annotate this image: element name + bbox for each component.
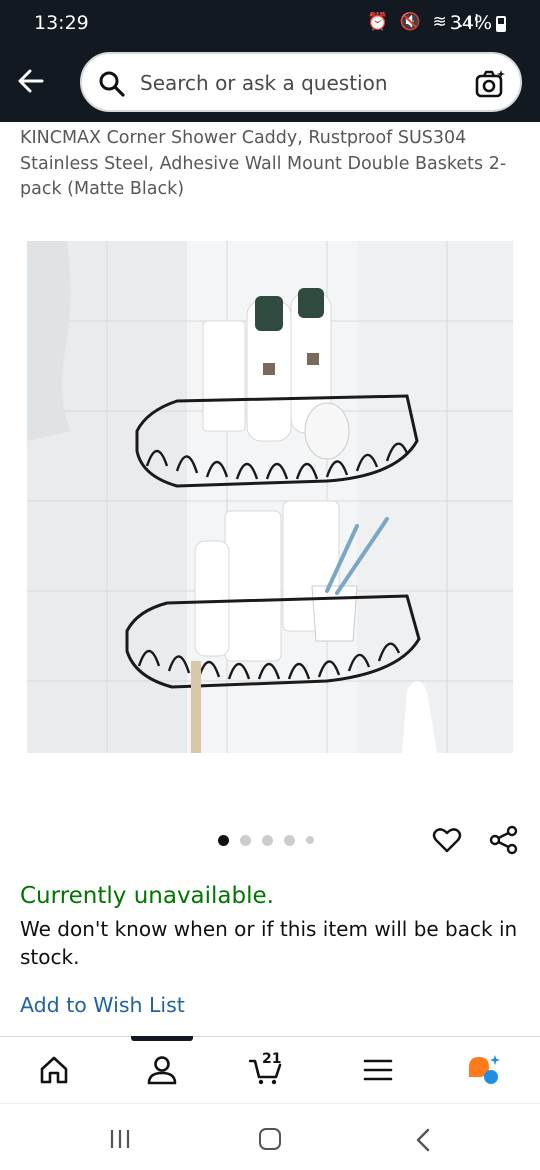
home-icon[interactable] [37, 1053, 71, 1087]
search-icon [99, 71, 125, 97]
status-bar: 13:29 ⏰ 🔇 ≋ .ıl 34% [0, 0, 540, 46]
account-icon[interactable] [145, 1053, 179, 1087]
system-nav-bar [0, 1103, 540, 1170]
active-tab-indicator [131, 1036, 193, 1041]
battery-percent: 34% [449, 12, 492, 34]
app-header: 13:29 ⏰ 🔇 ≋ .ıl 34% Search or ask a ques… [0, 0, 540, 122]
product-title[interactable]: KINCMAX Corner Shower Caddy, Rustproof S… [20, 126, 520, 203]
rufus-icon[interactable] [467, 1053, 501, 1087]
share-icon[interactable] [488, 824, 520, 856]
carousel-dot[interactable] [306, 836, 314, 844]
carousel-dot[interactable] [218, 834, 229, 846]
search-input[interactable]: Search or ask a question [140, 71, 388, 95]
stock-message: We don't know when or if this item will … [20, 917, 518, 969]
carousel-dot[interactable] [284, 834, 295, 846]
product-image[interactable] [27, 241, 513, 753]
bottom-nav: 21 [0, 1036, 540, 1103]
availability-status: Currently unavailable. [20, 883, 274, 909]
camera-search-icon[interactable] [474, 68, 506, 100]
home-button-icon[interactable] [259, 1128, 281, 1150]
recent-apps-icon[interactable] [109, 1129, 131, 1149]
menu-icon[interactable] [361, 1053, 395, 1087]
status-time: 13:29 [34, 12, 89, 34]
carousel-dot[interactable] [262, 834, 273, 846]
system-back-icon[interactable] [412, 1128, 434, 1152]
cart-count-badge: 21 [262, 1051, 282, 1067]
add-to-wishlist-link[interactable]: Add to Wish List [20, 993, 185, 1017]
back-arrow-icon[interactable] [14, 64, 48, 98]
battery-icon [496, 16, 506, 32]
carousel-dot[interactable] [240, 834, 251, 846]
heart-icon[interactable] [432, 825, 462, 855]
image-carousel-dots[interactable] [218, 833, 325, 847]
search-bar[interactable]: Search or ask a question [80, 52, 522, 112]
